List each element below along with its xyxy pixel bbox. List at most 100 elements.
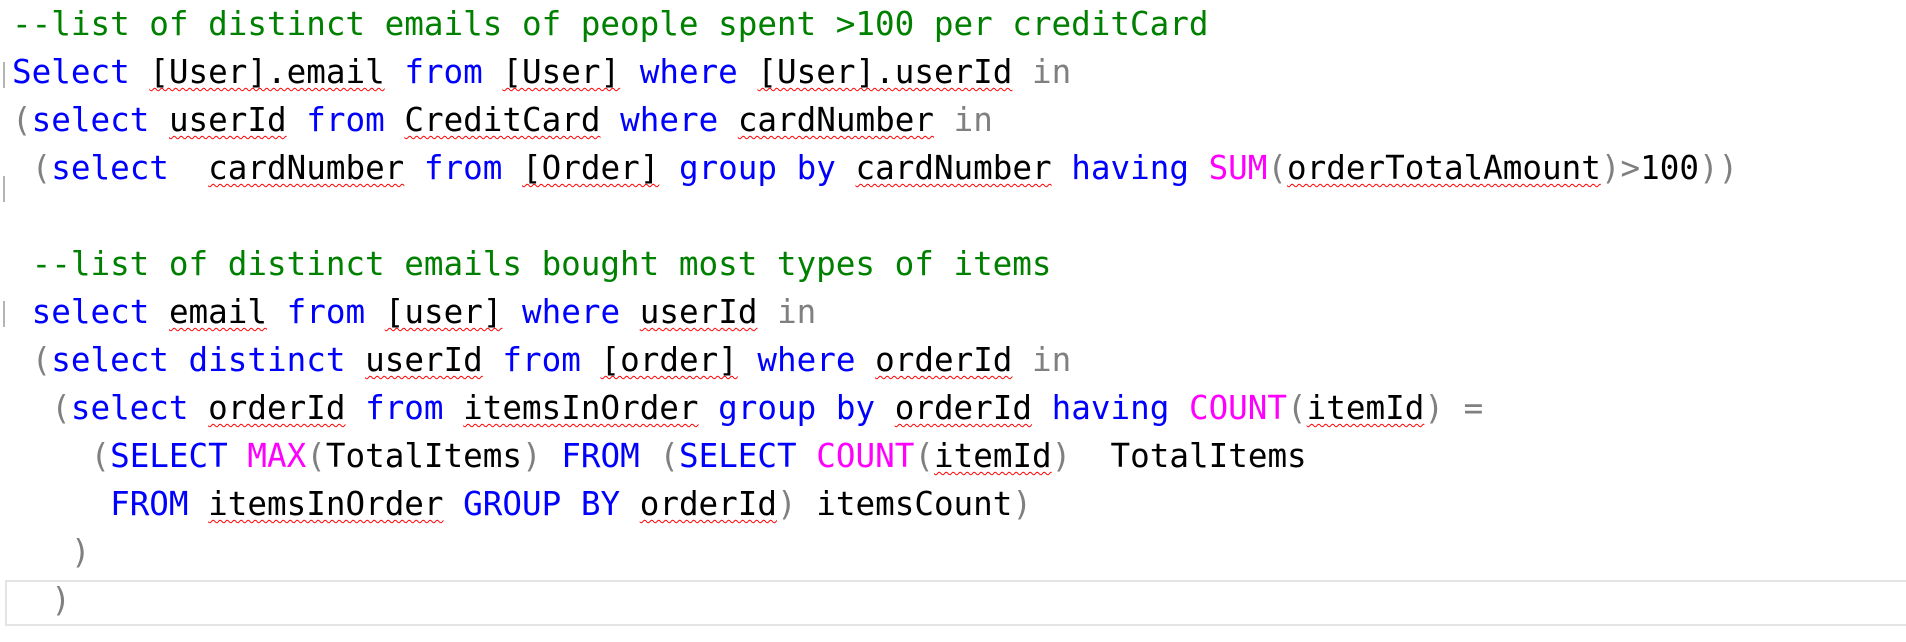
code-token: select: [70, 389, 189, 427]
code-token: (: [1267, 149, 1288, 187]
code-line[interactable]: FROM itemsInOrder GROUP BY orderId) item…: [12, 480, 1032, 528]
code-token: orderTotalAmount: [1287, 149, 1601, 187]
code-line[interactable]: (select cardNumber from [Order] group by…: [12, 144, 1739, 192]
code-token: from: [365, 389, 444, 427]
code-token: cardNumber: [855, 149, 1052, 187]
code-token: ): [1051, 437, 1072, 475]
sql-query-editor[interactable]: --list of distinct emails of people spen…: [0, 0, 1906, 642]
code-token: Select: [12, 53, 130, 91]
code-token: (: [914, 437, 934, 475]
code-token: userId: [365, 341, 483, 379]
code-line[interactable]: ): [12, 576, 71, 624]
code-token: --list of distinct emails bought most ty…: [12, 245, 1052, 283]
code-token: COUNT: [816, 437, 915, 475]
current-line-highlight: [5, 580, 1906, 626]
code-token: )): [1698, 149, 1739, 187]
code-line[interactable]: (select orderId from itemsInOrder group …: [12, 384, 1483, 432]
code-token: orderId: [875, 341, 1013, 379]
code-token: [User].userId: [757, 53, 1013, 91]
code-token: having: [1051, 389, 1170, 427]
code-token: (: [12, 389, 71, 427]
code-token: ) =: [1424, 389, 1484, 427]
code-token: [Order]: [522, 149, 660, 187]
code-token: [User]: [502, 53, 621, 91]
code-token: where: [639, 53, 738, 91]
code-token: SUM: [1208, 149, 1268, 187]
code-line[interactable]: (select distinct userId from [order] whe…: [12, 336, 1072, 384]
code-token: [User].email: [149, 53, 385, 91]
code-line[interactable]: --list of distinct emails bought most ty…: [12, 240, 1052, 288]
code-token: ): [522, 437, 542, 475]
code-token: MAX: [247, 437, 307, 475]
code-line[interactable]: (SELECT MAX(TotalItems) FROM (SELECT COU…: [12, 432, 1306, 480]
code-token: CreditCard: [404, 101, 601, 139]
code-token: orderId: [208, 389, 346, 427]
code-token: select: [51, 149, 169, 187]
code-token: from: [404, 53, 483, 91]
code-token: SELECT: [678, 437, 797, 475]
code-token: itemId: [1306, 389, 1425, 427]
code-token: group by: [718, 389, 876, 427]
code-token: (: [12, 437, 111, 475]
code-token: FROM: [561, 437, 640, 475]
code-line[interactable]: ): [12, 528, 91, 576]
code-line[interactable]: (select userId from CreditCard where car…: [12, 96, 993, 144]
code-token: (: [12, 341, 52, 379]
code-token: where: [757, 341, 856, 379]
code-token: cardNumber: [208, 149, 405, 187]
code-token: itemsCount: [816, 485, 1013, 523]
code-token: itemsInOrder: [208, 485, 444, 523]
code-token: in: [1032, 53, 1072, 91]
code-token: COUNT: [1188, 389, 1288, 427]
margin-marker: [3, 301, 5, 327]
code-token: userId: [639, 293, 758, 331]
code-token: --list of distinct emails of people spen…: [12, 5, 1209, 43]
code-token: SELECT: [110, 437, 228, 475]
code-token: (: [306, 437, 326, 475]
code-token: FROM: [110, 485, 189, 523]
code-line[interactable]: Select [User].email from [User] where [U…: [12, 48, 1071, 96]
code-token: group by: [678, 149, 836, 187]
code-token: ): [12, 581, 71, 619]
code-token: in: [1032, 341, 1072, 379]
code-line[interactable]: --list of distinct emails of people spen…: [12, 0, 1208, 48]
code-token: cardNumber: [737, 101, 934, 139]
code-line[interactable]: select email from [user] where userId in: [12, 288, 817, 336]
